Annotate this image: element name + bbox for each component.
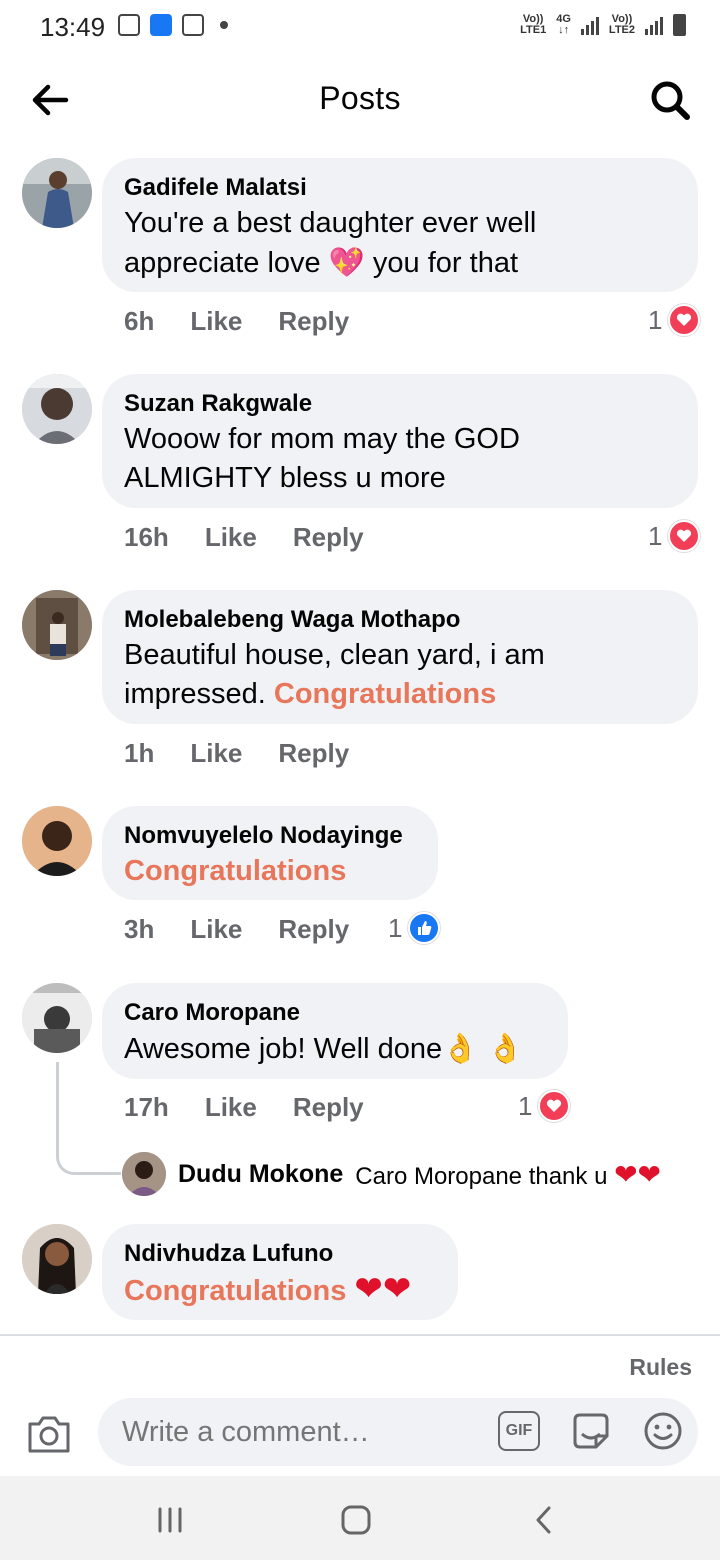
avatar[interactable] bbox=[22, 983, 92, 1053]
gallery-icon bbox=[118, 14, 140, 36]
comment-bubble: Molebalebeng Waga Mothapo Beautiful hous… bbox=[102, 590, 698, 724]
highlighted-word: Congratulations bbox=[124, 855, 347, 887]
emoji-icon[interactable] bbox=[642, 1410, 684, 1452]
comment-input-field[interactable]: GIF bbox=[98, 1398, 698, 1466]
reply-preview[interactable]: Dudu Mokone Caro Moropane thank u ❤❤ bbox=[122, 1152, 661, 1196]
comment-actions: 16h Like Reply bbox=[124, 522, 364, 553]
status-bar: 13:49 Vo)) LTE1 4G ↓↑ Vo)) LTE2 bbox=[0, 0, 720, 56]
more-notifications-icon bbox=[220, 21, 228, 29]
avatar[interactable] bbox=[122, 1152, 166, 1196]
media-icon bbox=[182, 14, 204, 36]
comment-input[interactable] bbox=[120, 1414, 484, 1450]
reply-button[interactable]: Reply bbox=[293, 1092, 364, 1123]
signal1-icon bbox=[580, 15, 599, 35]
like-button[interactable]: Like bbox=[190, 738, 242, 769]
comment-bubble: Ndivhudza Lufuno Congratulations ❤❤ bbox=[102, 1224, 458, 1320]
heart-reaction-icon bbox=[668, 520, 701, 552]
status-time: 13:49 bbox=[40, 12, 106, 42]
gif-button[interactable]: GIF bbox=[498, 1411, 540, 1451]
thumbs-up-reaction-icon bbox=[408, 912, 441, 944]
comment-bubble: Suzan Rakgwale Wooow for mom may the GOD… bbox=[102, 374, 698, 508]
reply-button[interactable]: Reply bbox=[278, 306, 349, 337]
header: Posts bbox=[0, 56, 720, 142]
like-button[interactable]: Like bbox=[190, 914, 242, 945]
comment-actions: 6h Like Reply bbox=[124, 306, 349, 337]
camera-icon[interactable] bbox=[26, 1414, 72, 1454]
comment-text: Congratulations bbox=[124, 852, 416, 891]
red-heart-emoji: ❤❤ bbox=[354, 1269, 412, 1309]
status-network: Vo)) LTE1 4G ↓↑ Vo)) LTE2 bbox=[520, 14, 686, 36]
battery-icon bbox=[673, 14, 686, 36]
like-button[interactable]: Like bbox=[190, 306, 242, 337]
reply-author[interactable]: Dudu Mokone bbox=[178, 1160, 343, 1189]
comment-author[interactable]: Suzan Rakgwale bbox=[124, 388, 676, 420]
comment-text: Congratulations ❤❤ bbox=[124, 1270, 436, 1311]
sparkling-heart-emoji: 💖 bbox=[328, 245, 365, 279]
search-icon[interactable] bbox=[648, 78, 692, 122]
heart-reaction-icon bbox=[538, 1090, 571, 1122]
sticker-icon[interactable] bbox=[570, 1410, 612, 1452]
heart-reaction-icon bbox=[668, 304, 701, 336]
reply-button[interactable]: Reply bbox=[293, 522, 364, 553]
comment-time: 3h bbox=[124, 914, 155, 944]
comment-composer: Rules GIF bbox=[0, 1334, 720, 1478]
reply-button[interactable]: Reply bbox=[278, 738, 349, 769]
volte1-indicator: Vo)) LTE1 bbox=[520, 13, 547, 36]
comment-time: 1h bbox=[124, 738, 155, 768]
reply-button[interactable]: Reply bbox=[278, 914, 349, 945]
recent-apps-icon[interactable] bbox=[150, 1500, 190, 1540]
comment-time: 17h bbox=[124, 1092, 169, 1122]
avatar[interactable] bbox=[22, 1224, 92, 1294]
ok-hand-emoji: 👌 👌 bbox=[442, 1031, 524, 1065]
comment-bubble: Gadifele Malatsi You're a best daughter … bbox=[102, 158, 698, 292]
comment-text: Awesome job! Well done👌 👌 bbox=[124, 1031, 524, 1065]
reaction-count[interactable]: 1 bbox=[518, 1090, 571, 1122]
reply-text: Caro Moropane thank u ❤❤ bbox=[355, 1157, 662, 1191]
comment-text: You're a best daughter ever well appreci… bbox=[124, 207, 537, 279]
red-heart-emoji: ❤❤ bbox=[614, 1157, 662, 1191]
reaction-count[interactable]: 1 bbox=[648, 304, 701, 336]
system-navigation-bar bbox=[0, 1476, 720, 1560]
page-title: Posts bbox=[319, 80, 401, 116]
reply-thread-line bbox=[56, 1062, 121, 1175]
signal2-icon bbox=[645, 15, 663, 35]
comment-actions: 1h Like Reply bbox=[124, 738, 349, 769]
like-button[interactable]: Like bbox=[205, 522, 257, 553]
comment-time: 6h bbox=[124, 306, 155, 336]
volte2-indicator: Vo)) LTE2 bbox=[608, 13, 635, 36]
app-notification-icon bbox=[150, 14, 172, 36]
reaction-count[interactable]: 1 bbox=[648, 520, 701, 552]
avatar[interactable] bbox=[22, 374, 92, 444]
avatar[interactable] bbox=[22, 158, 92, 228]
comment-author[interactable]: Caro Moropane bbox=[124, 997, 546, 1029]
rules-link[interactable]: Rules bbox=[629, 1354, 692, 1381]
home-icon[interactable] bbox=[336, 1500, 376, 1540]
comment-actions: 3h Like Reply bbox=[124, 914, 349, 945]
network-type-indicator: 4G ↓↑ bbox=[556, 13, 571, 36]
comment-author[interactable]: Gadifele Malatsi bbox=[124, 172, 676, 204]
back-nav-icon[interactable] bbox=[524, 1500, 564, 1540]
comment-time: 16h bbox=[124, 522, 169, 552]
comment-text: Beautiful house, clean yard, i am impres… bbox=[124, 639, 545, 710]
reaction-count[interactable]: 1 bbox=[388, 912, 441, 944]
comment-actions: 17h Like Reply bbox=[124, 1092, 364, 1123]
comment-bubble: Caro Moropane Awesome job! Well done👌 👌 bbox=[102, 983, 568, 1079]
highlighted-word: Congratulations bbox=[124, 1275, 347, 1307]
status-notification-icons bbox=[118, 14, 228, 36]
comment-author[interactable]: Ndivhudza Lufuno bbox=[124, 1238, 436, 1270]
comment-author[interactable]: Nomvuyelelo Nodayinge bbox=[124, 820, 416, 852]
comment-author[interactable]: Molebalebeng Waga Mothapo bbox=[124, 604, 676, 636]
avatar[interactable] bbox=[22, 590, 92, 660]
composer-icons: GIF bbox=[498, 1410, 684, 1452]
avatar[interactable] bbox=[22, 806, 92, 876]
comment-bubble: Nomvuyelelo Nodayinge Congratulations bbox=[102, 806, 438, 900]
highlighted-word: Congratulations bbox=[273, 678, 497, 710]
comment-text: Wooow for mom may the GOD ALMIGHTY bless… bbox=[124, 423, 520, 494]
like-button[interactable]: Like bbox=[205, 1092, 257, 1123]
